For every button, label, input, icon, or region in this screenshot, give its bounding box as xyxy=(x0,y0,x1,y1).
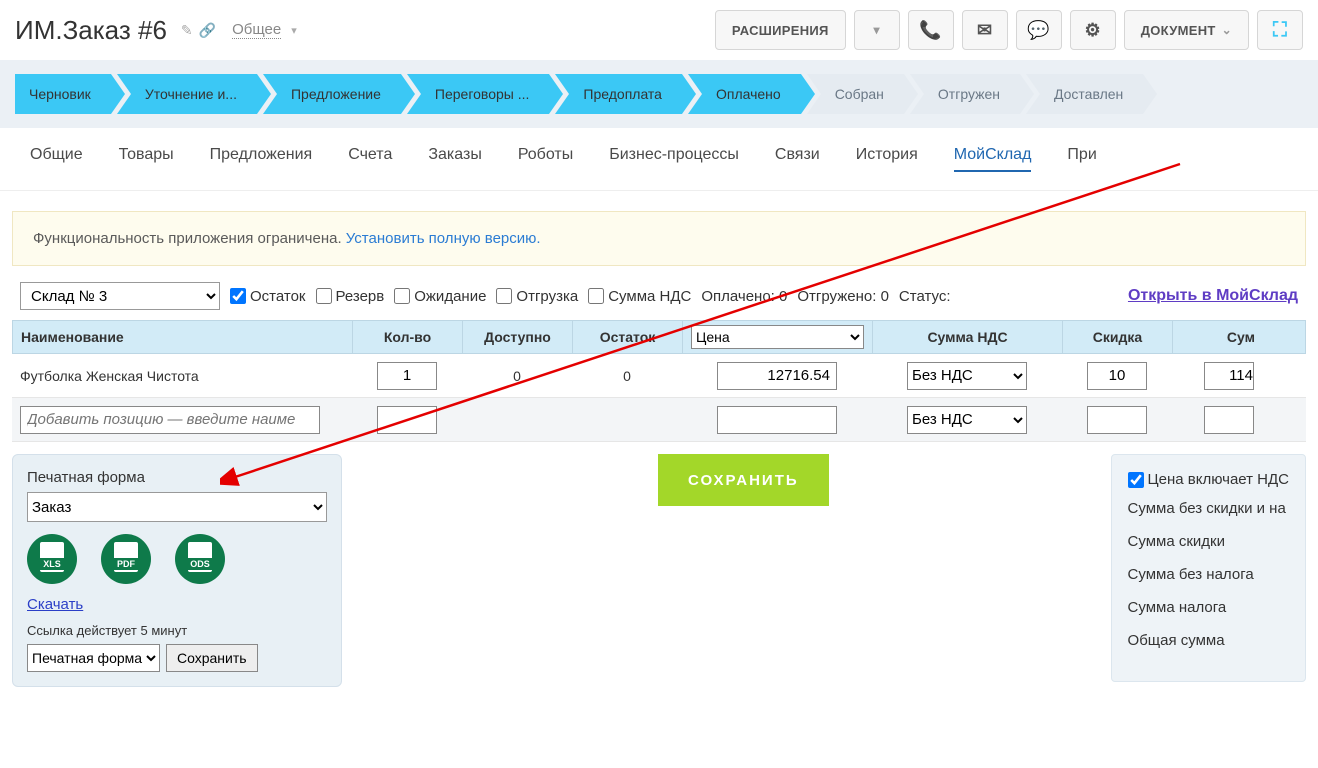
add-sum-input[interactable] xyxy=(1204,406,1254,434)
warning-text: Функциональность приложения ограничена. xyxy=(33,230,346,247)
add-vat-select[interactable]: Без НДС xyxy=(907,406,1027,434)
remainder-checkbox[interactable]: Остаток xyxy=(230,288,306,305)
tab[interactable]: Бизнес-процессы xyxy=(609,146,739,172)
add-row: Без НДС xyxy=(12,398,1306,442)
extensions-dropdown[interactable]: ▾ xyxy=(854,10,900,50)
add-discount-input[interactable] xyxy=(1087,406,1147,434)
tab[interactable]: Заказы xyxy=(428,146,481,172)
totals-row: Сумма скидки xyxy=(1128,533,1289,550)
totals-row: Сумма без налога xyxy=(1128,566,1289,583)
price-includes-vat-checkbox[interactable]: Цена включает НДС xyxy=(1128,471,1289,488)
discount-input[interactable] xyxy=(1087,362,1147,390)
available-cell: 0 xyxy=(462,354,572,397)
status-label: Статус: xyxy=(899,288,951,305)
add-price-input[interactable] xyxy=(717,406,837,434)
col-sum: Сум xyxy=(1173,321,1263,353)
chevron-down-icon: ▾ xyxy=(291,24,297,37)
tab[interactable]: Общие xyxy=(30,146,83,172)
chat-icon[interactable]: 💬 xyxy=(1016,10,1062,50)
link-icon[interactable]: 🔗 xyxy=(199,22,216,39)
pipeline-stage[interactable]: Черновик xyxy=(15,74,111,114)
save-button[interactable]: СОХРАНИТЬ xyxy=(658,454,829,506)
pipeline-stage[interactable]: Отгружен xyxy=(910,74,1020,114)
totals-panel: Цена включает НДС Сумма без скидки и на С… xyxy=(1111,454,1306,682)
warehouse-select[interactable]: Склад № 3 xyxy=(20,282,220,310)
document-button[interactable]: ДОКУМЕНТ⌄ xyxy=(1124,10,1249,50)
print-form-select[interactable]: Заказ xyxy=(27,492,327,522)
save-form-select[interactable]: Печатная форма xyxy=(27,644,160,672)
remainder-cell: 0 xyxy=(572,354,682,397)
paid-status: Оплачено: 0 xyxy=(701,288,787,305)
tab[interactable]: При xyxy=(1067,146,1096,172)
xls-icon[interactable]: XLS xyxy=(27,534,77,584)
tab[interactable]: Товары xyxy=(119,146,174,172)
tab[interactable]: Связи xyxy=(775,146,820,172)
warning-banner: Функциональность приложения ограничена. … xyxy=(12,211,1306,266)
vat-sum-checkbox[interactable]: Сумма НДС xyxy=(588,288,691,305)
shipped-status: Отгружено: 0 xyxy=(797,288,889,305)
pipeline-stage[interactable]: Оплачено xyxy=(688,74,801,114)
totals-row: Общая сумма xyxy=(1128,632,1289,649)
tab[interactable]: Предложения xyxy=(210,146,313,172)
totals-row: Сумма налога xyxy=(1128,599,1289,616)
gear-icon[interactable]: ⚙ xyxy=(1070,10,1116,50)
edit-icon[interactable]: ✎ xyxy=(181,22,193,39)
print-form-title: Печатная форма xyxy=(27,469,327,486)
add-qty-input[interactable] xyxy=(377,406,437,434)
row-name: Футболка Женская Чистота xyxy=(12,354,352,397)
general-dropdown[interactable]: Общее xyxy=(232,21,281,39)
ods-icon[interactable]: ODS xyxy=(175,534,225,584)
pipeline: ЧерновикУточнение и...ПредложениеПерегов… xyxy=(0,60,1318,128)
col-price[interactable]: Цена xyxy=(683,321,873,353)
col-remainder: Остаток xyxy=(573,321,683,353)
tabs: Общие Товары Предложения Счета Заказы Роботы Б… xyxy=(0,128,1318,191)
pipeline-stage[interactable]: Предложение xyxy=(263,74,401,114)
pipeline-stage[interactable]: Предоплата xyxy=(555,74,682,114)
download-link[interactable]: Скачать xyxy=(27,596,83,613)
link-duration: Ссылка действует 5 минут xyxy=(27,623,327,638)
pdf-icon[interactable]: PDF xyxy=(101,534,151,584)
shipment-checkbox[interactable]: Отгрузка xyxy=(496,288,578,305)
pipeline-stage[interactable]: Доставлен xyxy=(1026,74,1143,114)
col-vat: Сумма НДС xyxy=(873,321,1063,353)
sum-input[interactable] xyxy=(1204,362,1254,390)
col-discount: Скидка xyxy=(1063,321,1173,353)
tab[interactable]: МойСклад xyxy=(954,146,1032,172)
price-input[interactable] xyxy=(717,362,837,390)
vat-select[interactable]: Без НДС xyxy=(907,362,1027,390)
col-available: Доступно xyxy=(463,321,573,353)
email-icon[interactable]: ✉ xyxy=(962,10,1008,50)
tab[interactable]: Роботы xyxy=(518,146,573,172)
install-full-link[interactable]: Установить полную версию. xyxy=(346,230,541,247)
open-in-moysklad-link[interactable]: Открыть в МойСклад xyxy=(1128,287,1298,305)
extensions-button[interactable]: РАСШИРЕНИЯ xyxy=(715,10,846,50)
phone-icon[interactable]: 📞 xyxy=(908,10,954,50)
qty-input[interactable] xyxy=(377,362,437,390)
expand-icon[interactable]: ⛶ xyxy=(1257,10,1303,50)
reserve-checkbox[interactable]: Резерв xyxy=(316,288,385,305)
pipeline-stage[interactable]: Собран xyxy=(807,74,904,114)
waiting-checkbox[interactable]: Ожидание xyxy=(394,288,486,305)
col-qty: Кол-во xyxy=(353,321,463,353)
totals-row: Сумма без скидки и на xyxy=(1128,500,1289,517)
add-item-input[interactable] xyxy=(20,406,320,434)
print-panel: Печатная форма Заказ XLS PDF ODS Скачать… xyxy=(12,454,342,687)
table-row: Футболка Женская Чистота 0 0 Без НДС xyxy=(12,354,1306,398)
pipeline-stage[interactable]: Уточнение и... xyxy=(117,74,257,114)
tab[interactable]: Счета xyxy=(348,146,392,172)
col-name: Наименование xyxy=(13,321,353,353)
save-form-button[interactable]: Сохранить xyxy=(166,644,258,672)
tab[interactable]: История xyxy=(856,146,918,172)
pipeline-stage[interactable]: Переговоры ... xyxy=(407,74,549,114)
page-title: ИМ.Заказ #6 xyxy=(15,15,167,46)
